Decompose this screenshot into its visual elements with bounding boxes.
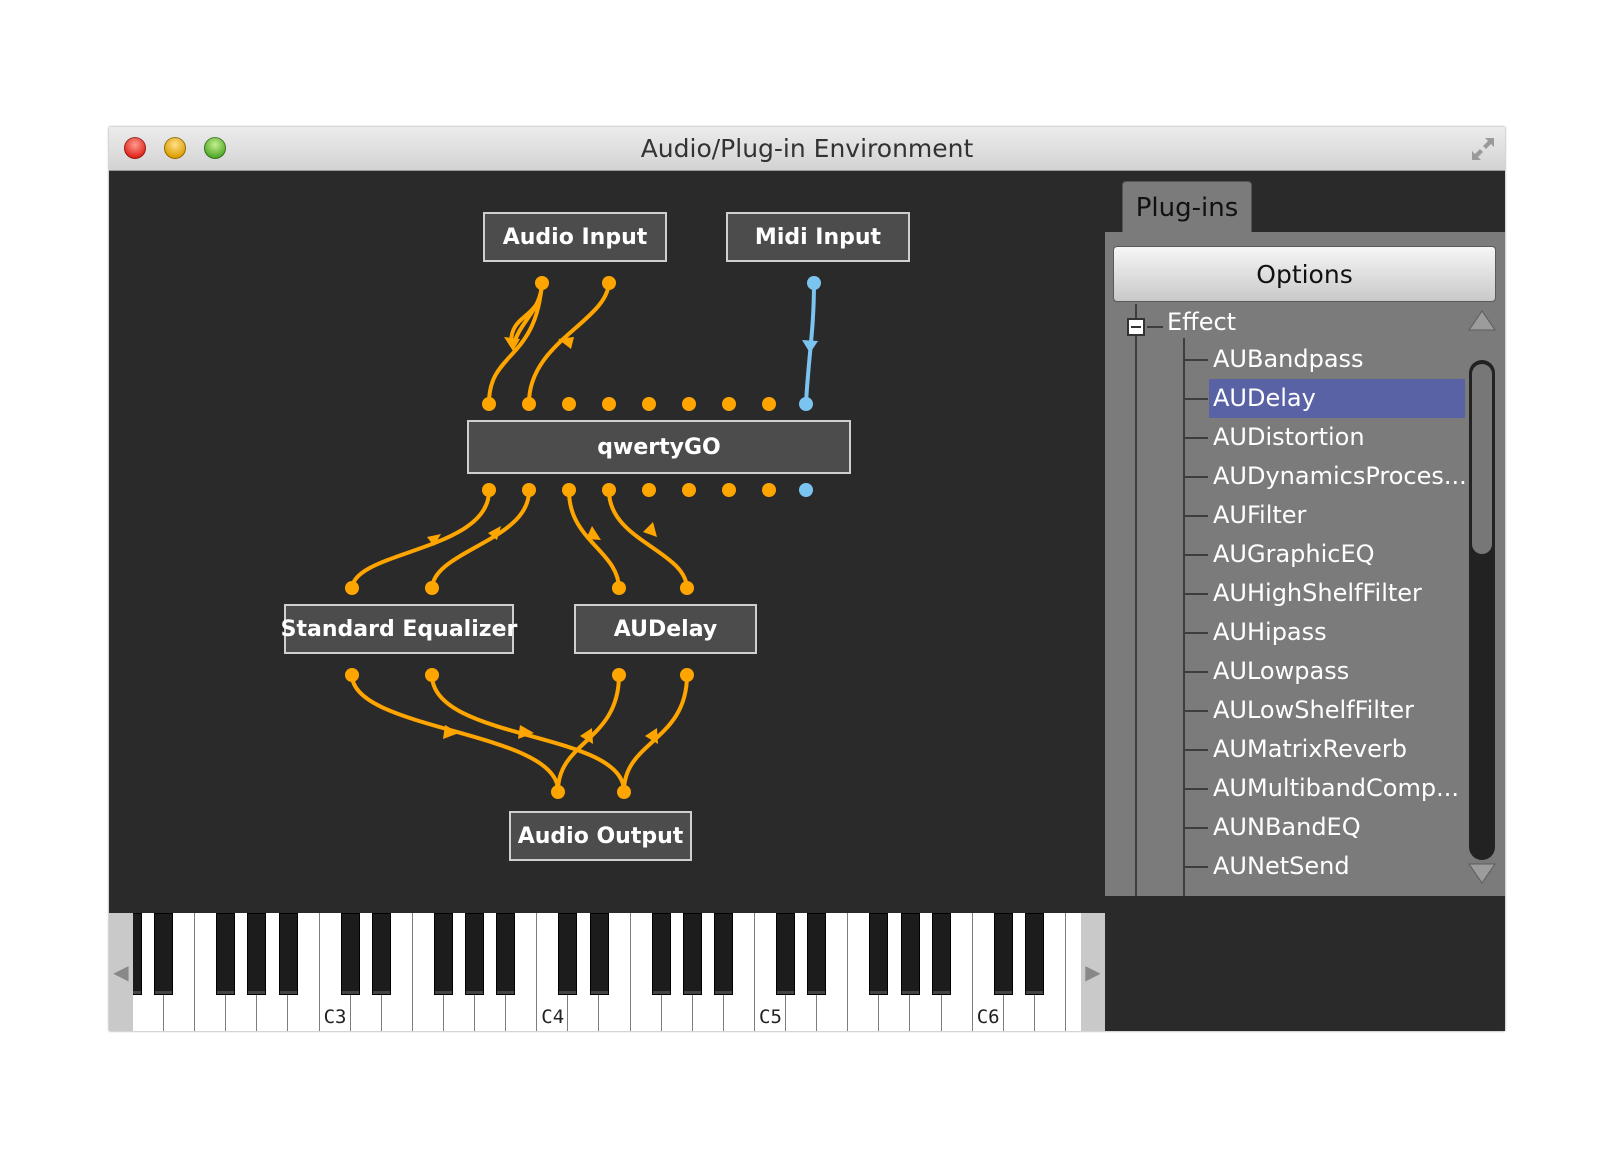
scrollbar-track[interactable] bbox=[1469, 360, 1495, 860]
node-audio-input[interactable]: Audio Input bbox=[483, 212, 667, 262]
black-key[interactable] bbox=[465, 913, 485, 995]
tree-guide-line bbox=[1135, 304, 1137, 896]
options-button[interactable]: Options bbox=[1113, 246, 1496, 302]
tree-item[interactable]: AUMultibandComp... bbox=[1209, 769, 1465, 808]
tree-branch-line bbox=[1184, 515, 1208, 517]
scroll-up-arrow-icon[interactable] bbox=[1467, 308, 1497, 334]
black-key[interactable] bbox=[154, 913, 174, 995]
black-key[interactable] bbox=[133, 913, 142, 995]
node-audelay[interactable]: AUDelay bbox=[574, 604, 757, 654]
black-key[interactable] bbox=[216, 913, 236, 995]
piano-keyboard[interactable]: ◀ C3 C4 C5 C6 ▶ bbox=[109, 913, 1105, 1031]
black-key[interactable] bbox=[931, 913, 951, 995]
octave-label: C4 bbox=[541, 1006, 565, 1028]
black-key[interactable] bbox=[434, 913, 453, 995]
keyboard-scroll-left-button[interactable]: ◀ bbox=[109, 913, 133, 1031]
tree-branch-line bbox=[1184, 632, 1208, 634]
tree-guide-line bbox=[1183, 338, 1185, 896]
octave-label: C3 bbox=[323, 1006, 347, 1028]
black-key[interactable] bbox=[558, 913, 578, 995]
black-key[interactable] bbox=[713, 913, 733, 995]
black-key[interactable] bbox=[247, 913, 267, 995]
collapse-icon[interactable] bbox=[1127, 318, 1145, 336]
black-key[interactable] bbox=[371, 913, 391, 995]
tree-item[interactable]: AUGraphicEQ bbox=[1209, 535, 1465, 574]
tree-item[interactable]: AUFilter bbox=[1209, 496, 1465, 535]
fullscreen-icon[interactable] bbox=[1469, 135, 1497, 163]
tree-branch-line bbox=[1184, 710, 1208, 712]
black-key[interactable] bbox=[1024, 913, 1044, 995]
black-key[interactable] bbox=[993, 913, 1013, 995]
tab-plugins[interactable]: Plug-ins bbox=[1122, 181, 1252, 233]
window-title: Audio/Plug-in Environment bbox=[640, 134, 974, 163]
octave-label: C6 bbox=[976, 1006, 1000, 1028]
tree-branch-line bbox=[1184, 866, 1208, 868]
tree-branch-line bbox=[1184, 827, 1208, 829]
plugin-tree[interactable]: Effect AUBandpass AUDelay AUDistortion AUDy… bbox=[1105, 304, 1465, 896]
black-key[interactable] bbox=[900, 913, 920, 995]
tree-branch-line bbox=[1184, 359, 1208, 361]
black-key[interactable] bbox=[682, 913, 702, 995]
tree-branch-line bbox=[1184, 749, 1208, 751]
white-key[interactable] bbox=[1066, 913, 1081, 1031]
tree-item[interactable]: AUDistortion bbox=[1209, 418, 1465, 457]
tree-item[interactable]: AUNetSend bbox=[1209, 847, 1465, 886]
keyboard-scroll-right-button[interactable]: ▶ bbox=[1081, 913, 1105, 1031]
tree-branch-line bbox=[1184, 476, 1208, 478]
node-audio-output[interactable]: Audio Output bbox=[509, 811, 692, 861]
piano-keys[interactable]: C3 C4 C5 C6 bbox=[133, 913, 1081, 1031]
tree-branch-line bbox=[1184, 398, 1208, 400]
black-key[interactable] bbox=[807, 913, 827, 995]
scrollbar-thumb[interactable] bbox=[1472, 364, 1492, 554]
black-key[interactable] bbox=[589, 913, 609, 995]
tree-item[interactable]: AUDynamicsProces... bbox=[1209, 457, 1465, 496]
connection-wires bbox=[345, 276, 821, 799]
tree-item[interactable]: AUMatrixReverb bbox=[1209, 730, 1465, 769]
black-key[interactable] bbox=[776, 913, 796, 995]
black-key[interactable] bbox=[278, 913, 298, 995]
plugins-panel: Plug-ins Options Effect AUBandpass AUDela… bbox=[1105, 171, 1505, 1031]
tree-item[interactable]: AUHighShelfFilter bbox=[1209, 574, 1465, 613]
app-window: Audio/Plug-in Environment Audio Input Mi… bbox=[109, 127, 1505, 1031]
node-midi-input[interactable]: Midi Input bbox=[726, 212, 910, 262]
tree-branch-line bbox=[1184, 671, 1208, 673]
patch-canvas[interactable]: Audio Input Midi Input qwertyGO Standard… bbox=[109, 171, 1105, 913]
tree-branch-line bbox=[1184, 437, 1208, 439]
title-bar[interactable]: Audio/Plug-in Environment bbox=[109, 127, 1505, 171]
black-key[interactable] bbox=[496, 913, 516, 995]
tree-item[interactable]: AULowShelfFilter bbox=[1209, 691, 1465, 730]
tree-item[interactable]: AUNBandEQ bbox=[1209, 808, 1465, 847]
node-qwertygo[interactable]: qwertyGO bbox=[467, 420, 851, 474]
tree-branch-line bbox=[1184, 593, 1208, 595]
tree-branch-line bbox=[1184, 788, 1208, 790]
tree-root-effect[interactable]: Effect bbox=[1167, 308, 1236, 336]
tree-branch-line bbox=[1147, 326, 1163, 328]
octave-label: C5 bbox=[759, 1006, 782, 1028]
tree-item[interactable]: AULowpass bbox=[1209, 652, 1465, 691]
tree-branch-line bbox=[1184, 554, 1208, 556]
scroll-down-arrow-icon[interactable] bbox=[1467, 860, 1497, 886]
plugins-panel-body: Options Effect AUBandpass AUDelay AUDistor… bbox=[1105, 232, 1505, 896]
tree-item[interactable]: AUBandpass bbox=[1209, 340, 1465, 379]
black-key[interactable] bbox=[340, 913, 360, 995]
black-key[interactable] bbox=[651, 913, 671, 995]
tree-item[interactable]: AUHipass bbox=[1209, 613, 1465, 652]
black-key[interactable] bbox=[869, 913, 889, 995]
node-standard-equalizer[interactable]: Standard Equalizer bbox=[281, 604, 517, 654]
tree-item[interactable]: AUDelay bbox=[1209, 379, 1465, 418]
